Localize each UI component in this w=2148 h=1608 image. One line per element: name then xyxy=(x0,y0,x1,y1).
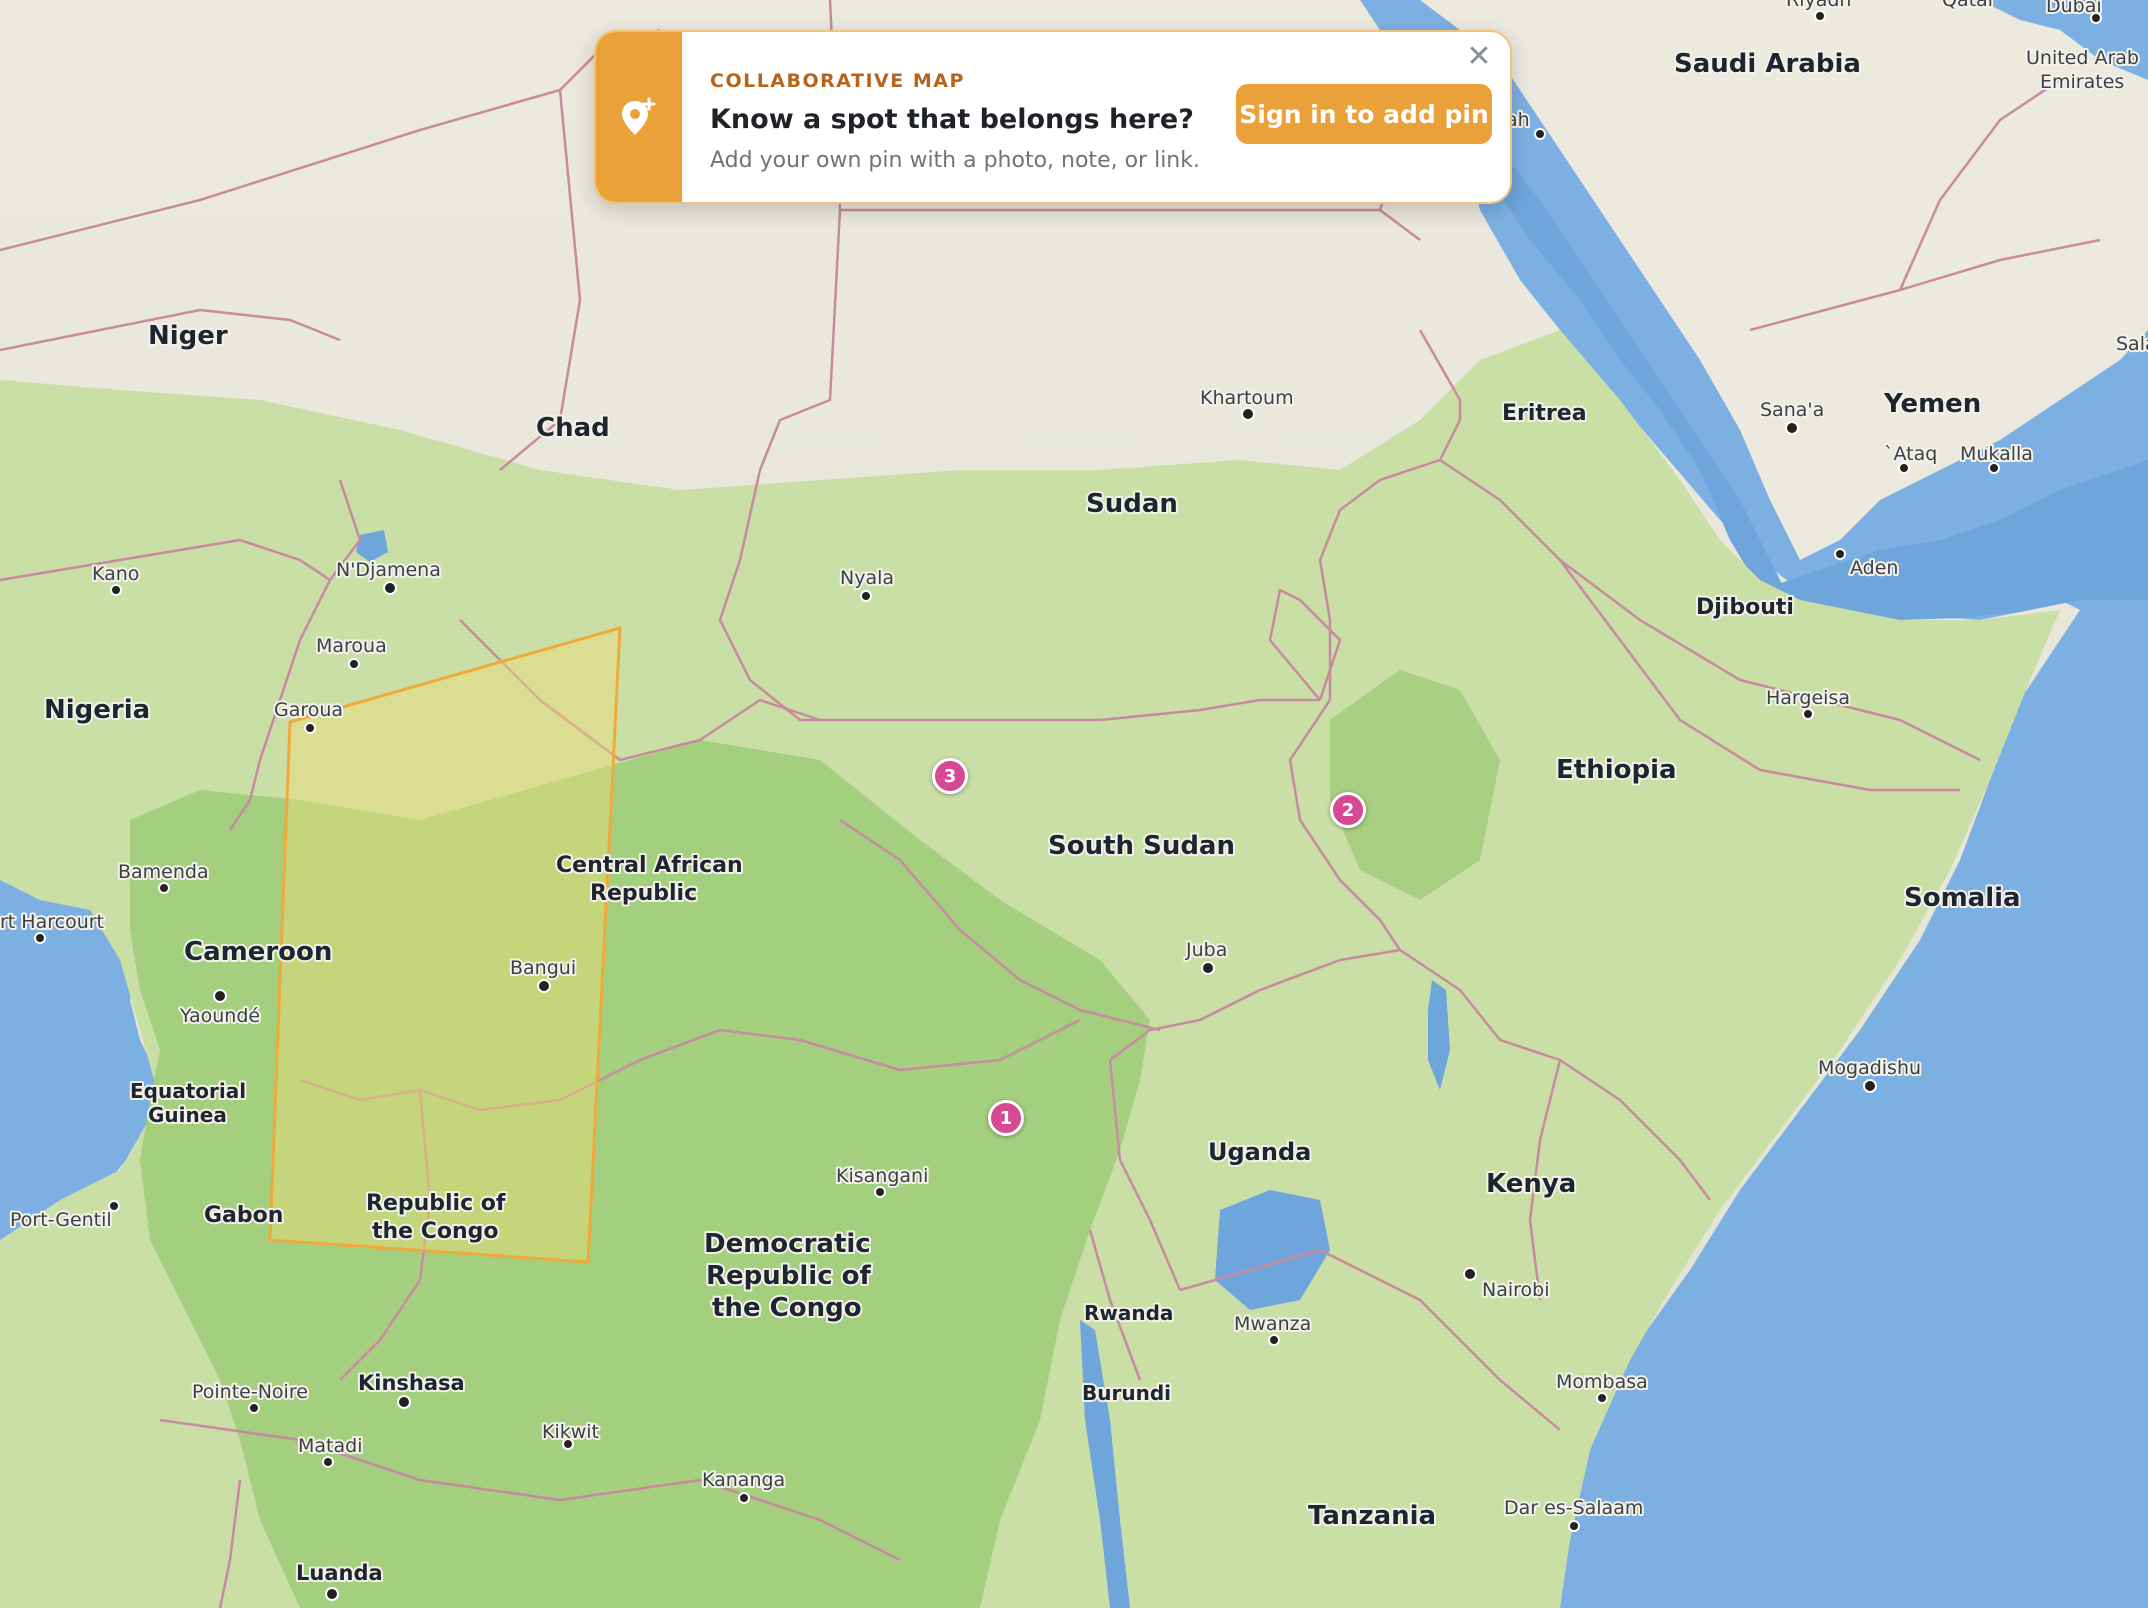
city-label-aden: Aden xyxy=(1850,557,1898,579)
country-label-yemen: Yemen xyxy=(1883,389,1981,419)
country-label-uae: United Arab xyxy=(2026,47,2139,69)
banner-eyebrow: COLLABORATIVE MAP xyxy=(710,70,965,92)
city-label-riyadh: Riyadh xyxy=(1786,0,1851,11)
country-label-qatar: Qatar xyxy=(1942,0,1996,11)
country-label-rwanda: Rwanda xyxy=(1084,1301,1173,1325)
country-label-niger: Niger xyxy=(148,321,228,351)
city-label-sala: Sala xyxy=(2116,333,2148,355)
city-label-kinshasa: Kinshasa xyxy=(358,1371,465,1395)
city-label-khartoum: Khartoum xyxy=(1200,387,1294,409)
user-pin-1[interactable]: 1 xyxy=(988,1100,1024,1136)
country-label-burundi: Burundi xyxy=(1082,1381,1171,1405)
sign-in-to-add-pin-button[interactable]: Sign in to add pin xyxy=(1236,84,1492,144)
country-label-tanzania: Tanzania xyxy=(1308,1501,1436,1531)
city-label-juba: Juba xyxy=(1185,939,1227,961)
banner-subtitle: Add your own pin with a photo, note, or … xyxy=(710,148,1200,173)
city-label-bangui: Bangui xyxy=(510,957,576,979)
close-icon[interactable]: ✕ xyxy=(1462,40,1496,74)
country-label-gabon: Gabon xyxy=(204,1203,283,1228)
city-label-maroua: Maroua xyxy=(316,635,387,657)
country-label-drc: Democratic xyxy=(704,1229,871,1259)
city-label-dubai: Dubai xyxy=(2046,0,2102,17)
city-label-nyala: Nyala xyxy=(840,567,894,589)
country-label-kenya: Kenya xyxy=(1486,1169,1576,1199)
country-label-south-sudan: South Sudan xyxy=(1048,831,1235,861)
city-label-bamenda: Bamenda xyxy=(118,861,209,883)
city-label-matadi: Matadi xyxy=(298,1435,362,1457)
country-label-drc-3: the Congo xyxy=(712,1293,862,1323)
country-label-sudan: Sudan xyxy=(1086,489,1178,519)
city-label-sanaa: Sana'a xyxy=(1760,399,1824,421)
country-label-djibouti: Djibouti xyxy=(1696,595,1794,620)
country-label-roc: Republic of xyxy=(366,1191,506,1216)
country-label-cameroon: Cameroon xyxy=(184,937,332,967)
user-pin-3[interactable]: 3 xyxy=(932,758,968,794)
country-label-car: Central African xyxy=(556,853,743,878)
country-label-drc-2: Republic of xyxy=(706,1261,872,1291)
city-label-kano: Kano xyxy=(92,563,139,585)
city-label-ndjamena: N'Djamena xyxy=(336,559,441,581)
country-label-eq-guinea-2: Guinea xyxy=(148,1103,227,1127)
city-label-kananga: Kananga xyxy=(702,1469,785,1491)
country-label-car-2: Republic xyxy=(590,881,697,906)
city-label-mogadishu: Mogadishu xyxy=(1818,1057,1921,1079)
country-label-eritrea: Eritrea xyxy=(1502,401,1587,426)
city-label-kikwit: Kikwit xyxy=(542,1421,599,1443)
banner-icon-panel xyxy=(596,32,682,202)
country-label-uganda: Uganda xyxy=(1208,1138,1311,1166)
city-label-yaounde: Yaoundé xyxy=(179,1005,260,1027)
country-label-uae-2: Emirates xyxy=(2040,71,2124,93)
city-label-port-harcourt: rt Harcourt xyxy=(0,911,104,933)
map-pin-plus-icon xyxy=(622,97,656,135)
country-label-nigeria: Nigeria xyxy=(44,695,150,725)
country-label-chad: Chad xyxy=(536,413,610,443)
city-label-mombasa: Mombasa xyxy=(1556,1371,1648,1393)
city-label-garoua: Garoua xyxy=(274,699,343,721)
country-label-saudi-arabia: Saudi Arabia xyxy=(1674,49,1861,79)
country-label-ethiopia: Ethiopia xyxy=(1556,755,1677,785)
user-pin-2[interactable]: 2 xyxy=(1330,792,1366,828)
city-label-dar-es-salaam: Dar es-Salaam xyxy=(1504,1497,1643,1519)
city-label-luanda: Luanda xyxy=(296,1561,383,1585)
banner-title: Know a spot that belongs here? xyxy=(710,104,1194,135)
country-label-somalia: Somalia xyxy=(1904,883,2021,913)
city-label-mwanza: Mwanza xyxy=(1234,1313,1311,1335)
collaborative-map-banner: COLLABORATIVE MAP Know a spot that belon… xyxy=(594,30,1512,204)
city-label-nairobi: Nairobi xyxy=(1482,1279,1550,1301)
city-label-pointe-noire: Pointe-Noire xyxy=(192,1381,308,1403)
city-label-port-gentil: Port-Gentil xyxy=(10,1209,112,1231)
city-label-kisangani: Kisangani xyxy=(836,1165,928,1187)
city-label-hargeisa: Hargeisa xyxy=(1766,687,1850,709)
country-label-eq-guinea: Equatorial xyxy=(130,1079,246,1103)
country-label-roc-2: the Congo xyxy=(372,1219,499,1244)
city-label-ataq: `Ataq xyxy=(1884,443,1937,465)
map-canvas[interactable]: Saudi Arabia United Arab Emirates Qatar … xyxy=(0,0,2148,1608)
city-label-mukalla: Mukalla xyxy=(1960,443,2033,465)
